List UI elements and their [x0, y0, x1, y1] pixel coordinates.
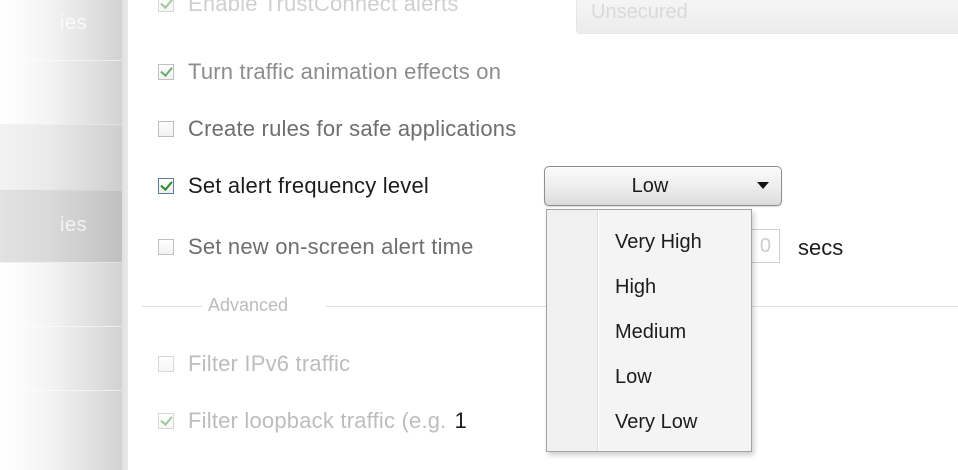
sidebar-item[interactable] [0, 124, 122, 191]
chevron-down-icon[interactable] [757, 182, 769, 189]
safe-app-rules-checkbox[interactable] [158, 121, 174, 137]
safe-app-rules-label: Create rules for safe applications [188, 116, 517, 141]
sidebar-item[interactable] [0, 262, 122, 327]
traffic-animation-checkbox[interactable] [158, 64, 174, 80]
alert-frequency-label: Set alert frequency level [188, 173, 430, 198]
sidebar-item[interactable] [0, 390, 122, 470]
alert-timeout-label: Set new on-screen alert time [188, 234, 474, 259]
truste-alerts-checkbox[interactable] [158, 0, 174, 12]
sidebar-item-label: ies [60, 214, 88, 236]
menu-item-low[interactable]: Low [599, 355, 749, 399]
divider [142, 306, 202, 307]
sidebar: ies ies [0, 0, 122, 470]
alert-timeout-unit: secs [798, 235, 844, 260]
sidebar-item[interactable] [0, 60, 122, 125]
menu-item-very-low[interactable]: Very Low [599, 400, 749, 444]
truste-alerts-select-value: Unsecured [591, 1, 688, 23]
settings-window: ies ies Enable TrustConnect alerts Unsec… [0, 0, 958, 470]
truste-alerts-select[interactable]: Unsecured [576, 0, 958, 34]
alert-timeout-value: 0 [759, 235, 771, 257]
alert-frequency-option[interactable]: Set alert frequency level [158, 172, 429, 200]
filter-loopback-option[interactable]: Filter loopback traffic (e.g. 1 [158, 407, 467, 435]
truste-alerts-option[interactable]: Enable TrustConnect alerts [158, 0, 459, 18]
filter-ipv6-label: Filter IPv6 traffic [188, 351, 351, 376]
alert-frequency-menu: Very High High Medium Low Very Low [546, 209, 752, 452]
menu-gutter [547, 210, 598, 451]
alert-frequency-select-value: Low [631, 175, 669, 197]
filter-loopback-label-extra: 1 [454, 408, 467, 433]
alert-frequency-checkbox[interactable] [158, 178, 174, 194]
settings-panel: Enable TrustConnect alerts Unsecured Tur… [128, 0, 958, 470]
filter-loopback-label: Filter loopback traffic (e.g. [188, 408, 447, 433]
traffic-animation-option[interactable]: Turn traffic animation effects on [158, 58, 501, 86]
advanced-section-title: Advanced [208, 295, 289, 315]
safe-app-rules-option[interactable]: Create rules for safe applications [158, 115, 516, 143]
menu-item-medium[interactable]: Medium [599, 310, 749, 354]
filter-loopback-checkbox[interactable] [158, 413, 174, 429]
filter-ipv6-option[interactable]: Filter IPv6 traffic [158, 350, 350, 378]
alert-timeout-checkbox[interactable] [158, 239, 174, 255]
sidebar-item[interactable] [0, 326, 122, 391]
truste-alerts-label: Enable TrustConnect alerts [188, 0, 459, 16]
traffic-animation-label: Turn traffic animation effects on [188, 59, 502, 84]
alert-timeout-option[interactable]: Set new on-screen alert time [158, 233, 474, 261]
menu-item-very-high[interactable]: Very High [599, 220, 749, 264]
menu-item-high[interactable]: High [599, 265, 749, 309]
alert-frequency-select[interactable]: Low [544, 166, 782, 206]
filter-ipv6-checkbox[interactable] [158, 356, 174, 372]
sidebar-item-label: ies [60, 12, 88, 34]
